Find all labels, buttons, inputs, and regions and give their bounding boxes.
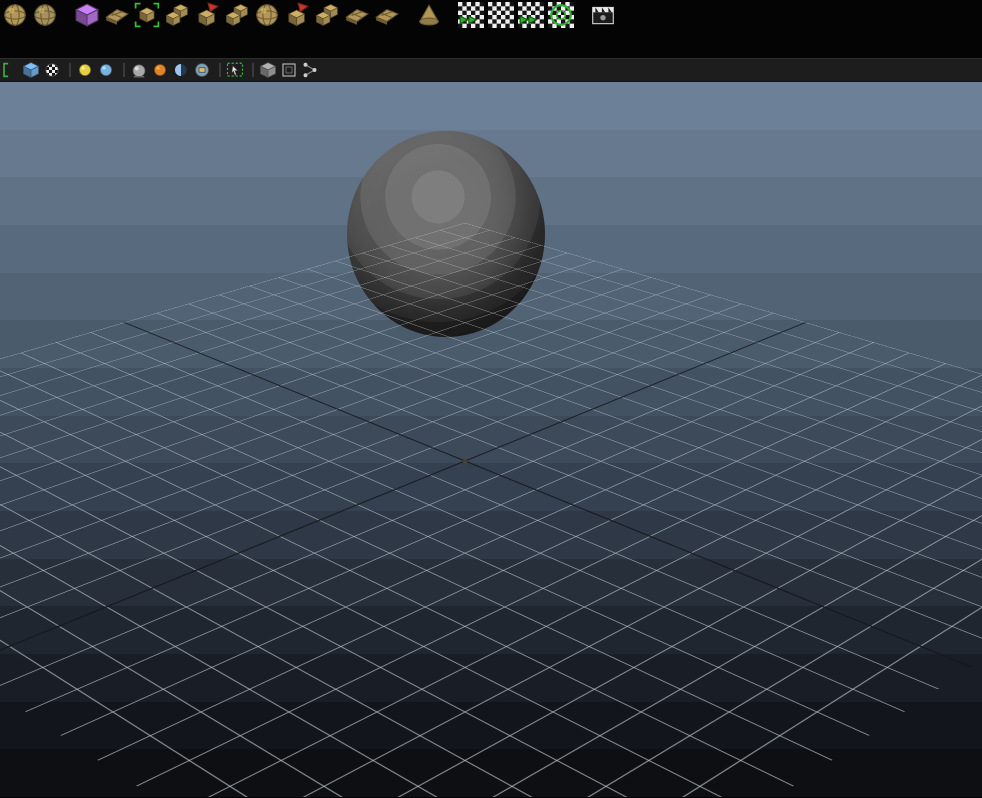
z-axis-line [0, 322, 807, 668]
boolean-cubes-icon[interactable] [224, 2, 250, 28]
subdiv-plane-icon[interactable] [344, 2, 370, 28]
extract-cube-icon[interactable] [194, 2, 220, 28]
playblast-icon[interactable] [590, 2, 616, 28]
lighting-toggle-icon[interactable] [172, 61, 190, 79]
quad-plane-icon[interactable] [374, 2, 400, 28]
checker-sphere-icon[interactable] [43, 61, 61, 79]
separator [123, 63, 125, 77]
smooth-sphere-icon-glyph [256, 4, 278, 26]
mirror-cube-icon[interactable] [284, 2, 310, 28]
sphere-object[interactable] [347, 131, 545, 337]
select-highlight-icon-glyph [226, 62, 244, 77]
separator [69, 63, 71, 77]
smooth-shade-mode-icon[interactable] [97, 61, 115, 79]
maya-application-window [0, 0, 982, 798]
perspective-viewport[interactable] [0, 82, 982, 797]
boolean-cubes-icon-glyph [225, 4, 249, 26]
poly-plane-icon[interactable] [104, 2, 130, 28]
marquee-cube-icon[interactable] [134, 2, 160, 28]
poly-sphere-smooth-icon-glyph [34, 4, 56, 26]
poly-cube-icon[interactable] [74, 2, 100, 28]
quad-plane-icon-glyph [375, 8, 399, 25]
smooth-sphere-icon[interactable] [254, 2, 280, 28]
panel-focus-icon[interactable] [1, 61, 19, 79]
textured-mode-icon[interactable] [151, 61, 169, 79]
soft-select-cone-icon[interactable] [416, 2, 442, 28]
poly-sphere-smooth-icon[interactable] [32, 2, 58, 28]
extract-cube-icon-glyph [197, 2, 220, 27]
ipr-render-icon[interactable] [488, 2, 514, 28]
select-highlight-icon[interactable] [226, 61, 244, 79]
texture-placement-icon-glyph [195, 63, 209, 77]
wireframe-mode-icon-glyph [79, 64, 91, 76]
render-frame-icon[interactable] [458, 2, 484, 28]
origin-marker [460, 459, 470, 463]
toolbar-gap [62, 2, 74, 28]
ipr-render-icon-glyph [488, 2, 514, 28]
frame-selection-icon[interactable] [280, 61, 298, 79]
shaded-cube-icon[interactable] [22, 61, 40, 79]
marquee-cube-icon-glyph [134, 2, 160, 28]
duplicate-cubes-icon-glyph [165, 4, 189, 26]
frame-selection-icon-glyph [282, 63, 296, 77]
soft-select-cone-icon-glyph [418, 4, 440, 26]
render-settings-icon-glyph [548, 2, 574, 28]
connections-icon[interactable] [301, 61, 319, 79]
panel-focus-icon-glyph [3, 62, 9, 78]
connections-icon-glyph [303, 62, 317, 78]
poly-plane-icon-glyph [105, 8, 129, 25]
render-settings-icon[interactable] [548, 2, 574, 28]
isolate-select-cube-icon-glyph [259, 62, 277, 79]
render-frame-icon-glyph [458, 2, 484, 28]
redo-render-icon[interactable] [518, 2, 544, 28]
lighting-toggle-icon-glyph [174, 63, 188, 77]
separator [252, 63, 254, 77]
duplicate-cubes-icon[interactable] [164, 2, 190, 28]
poly-cube-icon-glyph [74, 3, 100, 27]
panel-toolbar [0, 58, 982, 82]
texture-placement-icon[interactable] [193, 61, 211, 79]
shelf-toolbar [0, 0, 982, 58]
textured-mode-icon-glyph [154, 64, 166, 76]
redo-render-icon-glyph [518, 2, 544, 28]
playblast-icon-glyph [592, 6, 614, 25]
bridge-cubes-icon[interactable] [314, 2, 340, 28]
mirror-cube-icon-glyph [287, 2, 310, 27]
use-default-material-icon-glyph [132, 64, 146, 78]
toolbar-gap [578, 2, 590, 28]
poly-sphere-icon[interactable] [2, 2, 28, 28]
wireframe-mode-icon[interactable] [76, 61, 94, 79]
smooth-shade-mode-icon-glyph [100, 64, 112, 76]
shaded-cube-icon-glyph [22, 62, 40, 79]
separator [219, 63, 221, 77]
toolbar-gap [446, 2, 458, 28]
x-axis-line [123, 322, 973, 668]
isolate-select-cube-icon[interactable] [259, 61, 277, 79]
subdiv-plane-icon-glyph [345, 8, 369, 25]
poly-sphere-icon-glyph [4, 4, 26, 26]
bridge-cubes-icon-glyph [315, 4, 339, 26]
use-default-material-icon[interactable] [130, 61, 148, 79]
checker-sphere-icon-glyph [45, 63, 59, 77]
toolbar-gap [404, 2, 416, 28]
